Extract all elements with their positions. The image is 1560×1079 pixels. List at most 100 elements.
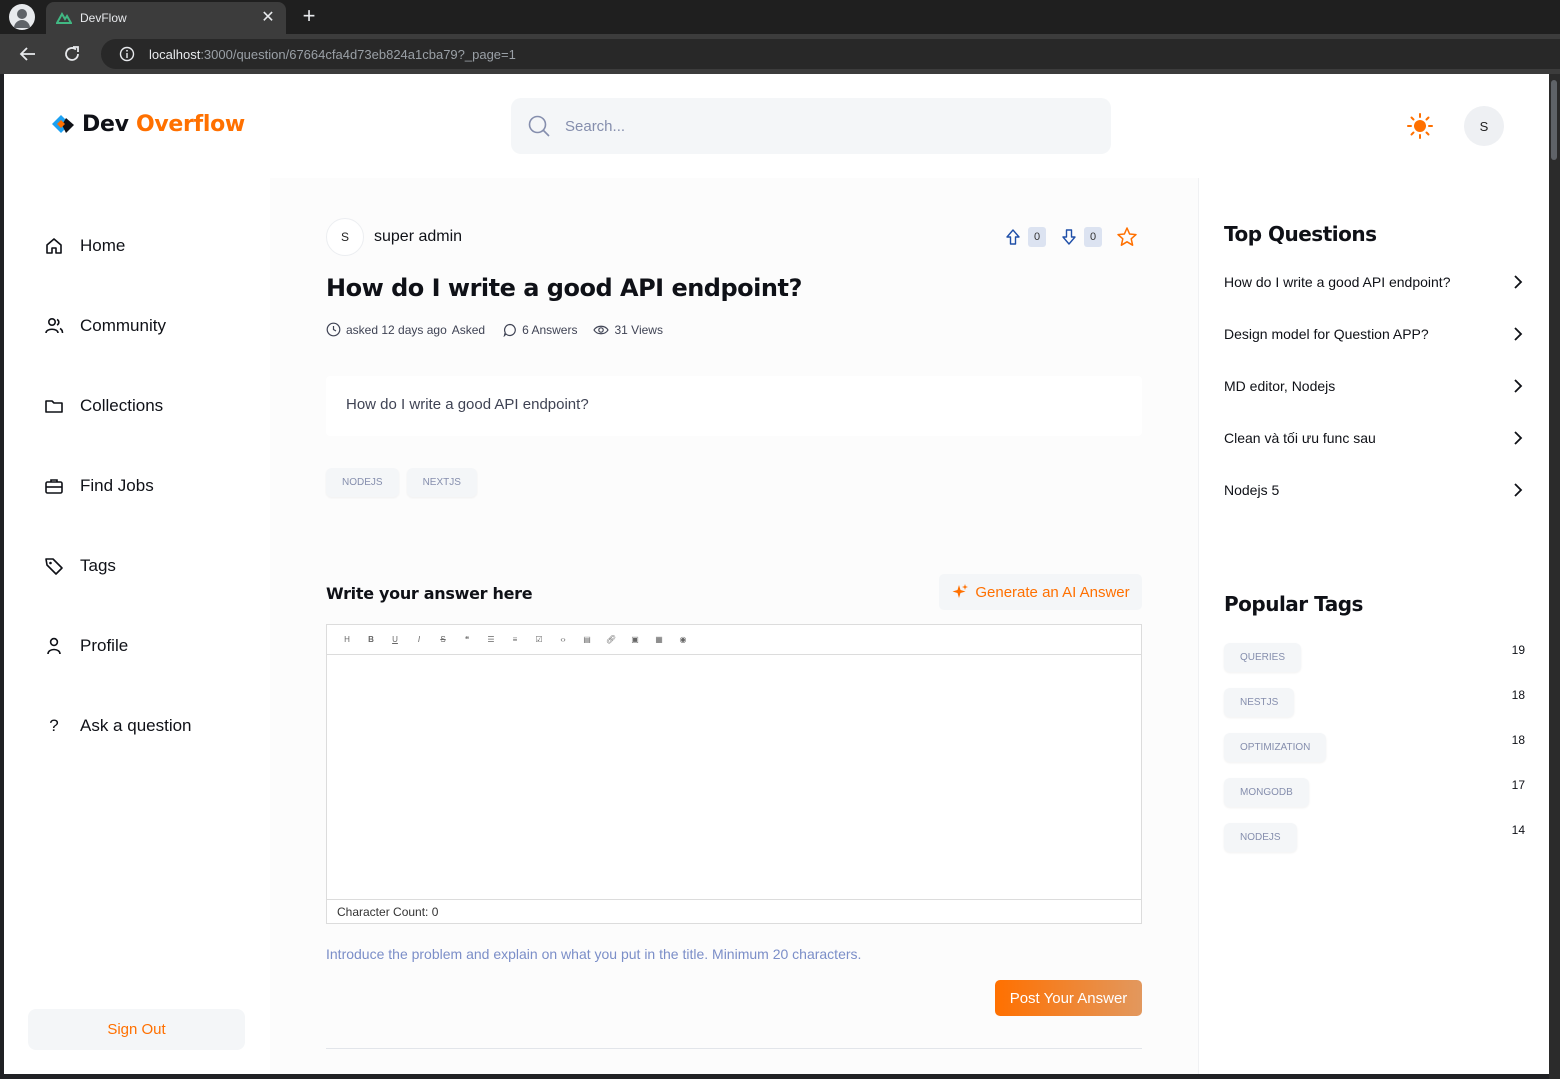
answers-metric: 6 Answers xyxy=(503,323,577,337)
divider xyxy=(326,1048,1142,1049)
generate-ai-answer-button[interactable]: Generate an AI Answer xyxy=(939,574,1142,610)
preview-eye-icon[interactable]: ◉ xyxy=(671,630,695,650)
reload-icon[interactable] xyxy=(60,42,84,66)
link-icon[interactable]: 🔗︎ xyxy=(599,630,623,650)
user-icon xyxy=(28,636,80,656)
popular-tag[interactable]: OPTIMIZATION xyxy=(1224,733,1327,762)
popular-tags-title: Popular Tags xyxy=(1224,592,1363,616)
sidebar-item-home[interactable]: Home xyxy=(28,222,248,270)
heading-icon[interactable]: H xyxy=(335,630,359,650)
popular-tag-count: 19 xyxy=(1511,643,1525,657)
downvote-arrow-icon[interactable] xyxy=(1060,228,1078,246)
tab-close-icon[interactable]: ✕ xyxy=(258,7,278,27)
sidebar-item-label: Community xyxy=(80,316,166,335)
chevron-right-icon xyxy=(1514,379,1523,393)
quote-icon[interactable]: ❝ xyxy=(455,630,479,650)
image-icon[interactable]: ▣ xyxy=(623,630,647,650)
sidebar-item-label: Profile xyxy=(80,636,129,655)
address-bar[interactable]: localhost:3000/question/67664cfa4d73eb82… xyxy=(101,39,1560,69)
users-icon xyxy=(28,316,80,336)
sidebar-item-find-jobs[interactable]: Find Jobs xyxy=(28,462,248,510)
question-tags: NODEJS NEXTJS xyxy=(326,468,477,497)
tag-badge[interactable]: NEXTJS xyxy=(406,468,477,497)
author-name[interactable]: super admin xyxy=(374,228,462,246)
tag-icon xyxy=(28,556,80,576)
upvote-count: 0 xyxy=(1028,227,1046,247)
editor-toolbar: H B U I S ❝ ☰ ≡ ☑ ‹› ▤ 🔗︎ ▣ ▦ ◉ xyxy=(327,625,1141,655)
clock-icon xyxy=(326,322,341,337)
ordered-list-icon[interactable]: ≡ xyxy=(503,630,527,650)
character-count: Character Count: 0 xyxy=(327,899,1141,923)
underline-icon[interactable]: U xyxy=(383,630,407,650)
question-icon: ? xyxy=(49,716,59,735)
table-icon[interactable]: ▦ xyxy=(647,630,671,650)
answer-hint: Introduce the problem and explain on wha… xyxy=(326,946,862,962)
back-arrow-icon[interactable] xyxy=(16,42,40,66)
popular-tag[interactable]: MONGODB xyxy=(1224,778,1309,807)
popular-tag-count: 14 xyxy=(1511,823,1525,837)
question-author[interactable]: S super admin xyxy=(326,218,462,256)
markdown-editor: H B U I S ❝ ☰ ≡ ☑ ‹› ▤ 🔗︎ ▣ ▦ ◉ Characte… xyxy=(326,624,1142,924)
top-question-item[interactable]: Design model for Question APP? xyxy=(1224,326,1524,342)
home-icon xyxy=(28,236,80,256)
chevron-right-icon xyxy=(1514,483,1523,497)
right-sidebar: Top Questions How do I write a good API … xyxy=(1198,178,1549,1074)
sparkles-icon xyxy=(952,584,969,598)
eye-icon xyxy=(593,325,610,334)
new-tab-icon[interactable]: + xyxy=(296,3,322,29)
top-question-item[interactable]: MD editor, Nodejs xyxy=(1224,378,1524,394)
browser-tab[interactable]: DevFlow ✕ xyxy=(46,2,286,34)
sun-icon[interactable] xyxy=(1407,113,1433,139)
vote-controls: 0 0 xyxy=(1004,226,1138,248)
editor-textarea[interactable] xyxy=(327,655,1141,899)
global-search[interactable] xyxy=(511,98,1111,154)
top-question-item[interactable]: Nodejs 5 xyxy=(1224,482,1524,498)
sidebar-item-profile[interactable]: Profile xyxy=(28,622,248,670)
sidebar-item-label: Ask a question xyxy=(80,716,192,735)
sidebar-item-tags[interactable]: Tags xyxy=(28,542,248,590)
italic-icon[interactable]: I xyxy=(407,630,431,650)
devflow-favicon-icon xyxy=(56,12,72,24)
logo-icon xyxy=(52,114,74,133)
popular-tag[interactable]: NESTJS xyxy=(1224,688,1295,717)
star-icon[interactable] xyxy=(1116,226,1138,248)
upvote-arrow-icon[interactable] xyxy=(1004,228,1022,246)
sign-out-button[interactable]: Sign Out xyxy=(28,1009,245,1050)
top-question-item[interactable]: Clean và tối ưu func sau xyxy=(1224,430,1524,446)
briefcase-icon xyxy=(28,476,80,496)
inline-code-icon[interactable]: ‹› xyxy=(551,630,575,650)
popular-tag[interactable]: NODEJS xyxy=(1224,823,1297,852)
task-list-icon[interactable]: ☑ xyxy=(527,630,551,650)
url-text: localhost:3000/question/67664cfa4d73eb82… xyxy=(149,47,516,62)
author-avatar[interactable]: S xyxy=(326,218,364,256)
sidebar-item-community[interactable]: Community xyxy=(28,302,248,350)
code-block-icon[interactable]: ▤ xyxy=(575,630,599,650)
views-metric: 31 Views xyxy=(593,323,663,337)
tag-badge[interactable]: NODEJS xyxy=(326,468,399,497)
post-answer-button[interactable]: Post Your Answer xyxy=(995,980,1142,1016)
page: Dev Overflow S Home Community xyxy=(4,74,1549,1074)
sidebar-item-collections[interactable]: Collections xyxy=(28,382,248,430)
popular-tag-count: 18 xyxy=(1511,688,1525,702)
strikethrough-icon[interactable]: S xyxy=(431,630,455,650)
site-info-icon[interactable] xyxy=(119,46,135,62)
chevron-right-icon xyxy=(1514,275,1523,289)
user-avatar[interactable]: S xyxy=(1464,106,1504,146)
page-scrollbar[interactable] xyxy=(1549,74,1560,1079)
scrollbar-thumb[interactable] xyxy=(1551,80,1557,160)
top-question-item[interactable]: How do I write a good API endpoint? xyxy=(1224,274,1524,290)
logo-text: Dev Overflow xyxy=(82,112,245,137)
logo[interactable]: Dev Overflow xyxy=(52,112,245,137)
browser-profile-icon[interactable] xyxy=(9,4,35,30)
answer-form-label: Write your answer here xyxy=(326,584,533,603)
question-title: How do I write a good API endpoint? xyxy=(326,274,802,302)
search-input[interactable] xyxy=(565,117,1045,135)
bold-icon[interactable]: B xyxy=(359,630,383,650)
sidebar-item-label: Tags xyxy=(80,556,116,575)
question-body: How do I write a good API endpoint? xyxy=(326,376,1142,436)
sidebar-item-ask-question[interactable]: ? Ask a question xyxy=(28,702,248,750)
bullet-list-icon[interactable]: ☰ xyxy=(479,630,503,650)
chevron-right-icon xyxy=(1514,431,1523,445)
popular-tag[interactable]: QUERIES xyxy=(1224,643,1302,672)
question-main: S super admin 0 0 How do I write a good … xyxy=(270,178,1198,1074)
